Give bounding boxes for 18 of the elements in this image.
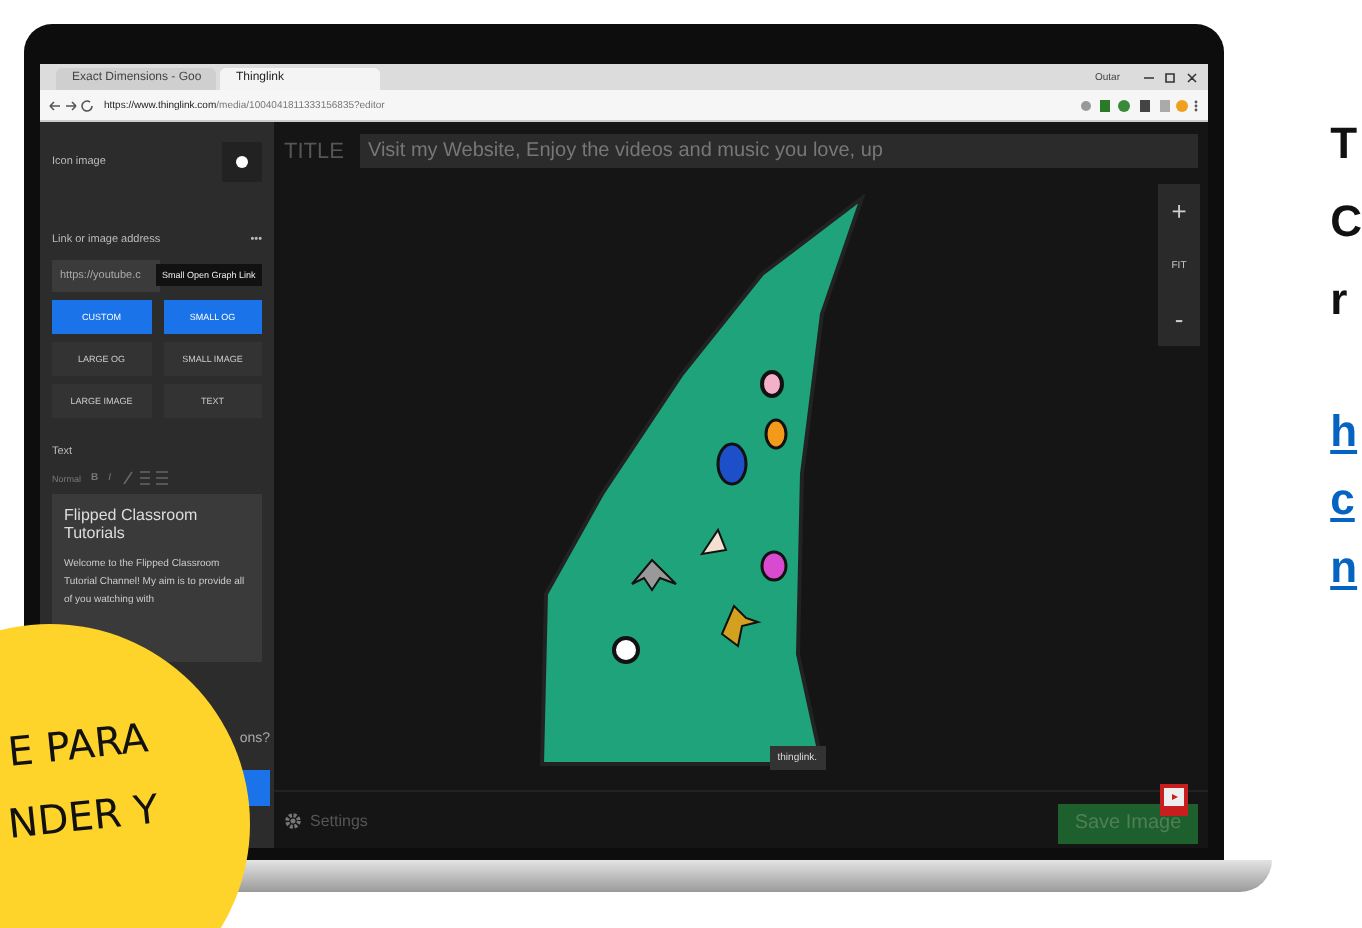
icon-picker[interactable]	[222, 142, 262, 182]
heading-text: C	[1330, 194, 1362, 250]
video-icon[interactable]	[1160, 784, 1188, 816]
link[interactable]: n	[1330, 534, 1358, 602]
heading-text: r	[1330, 272, 1348, 328]
navigation-icon[interactable]	[48, 97, 96, 113]
badge-text: NDER Y	[4, 782, 162, 852]
link[interactable]: h	[1330, 398, 1358, 466]
link[interactable]: c	[1330, 466, 1355, 534]
settings-icon[interactable]	[284, 811, 302, 829]
title-label: TITLE	[284, 139, 344, 163]
heading-text: T	[1330, 116, 1358, 172]
zoom-button[interactable]: +	[1158, 184, 1200, 238]
window-controls-icon[interactable]	[1140, 69, 1200, 85]
extension-icons[interactable]	[1080, 97, 1200, 113]
badge-text: E PARA	[4, 711, 152, 780]
text-heading: Flipped Classroom Tutorials	[64, 506, 200, 542]
zoom-button[interactable]: -	[1158, 292, 1200, 346]
